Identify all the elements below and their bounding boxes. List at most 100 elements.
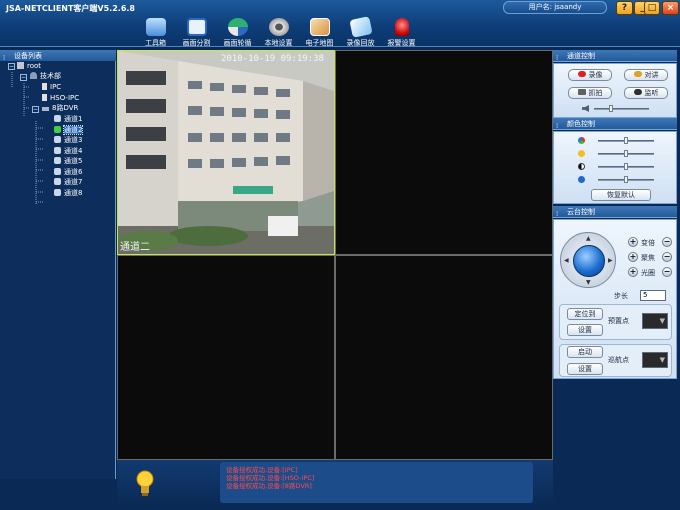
playback-button[interactable]: 录像回放 <box>340 16 381 50</box>
tree-item-hso-ipc[interactable]: HSO-IPC <box>42 93 79 103</box>
tree-item-ipc[interactable]: IPC <box>42 82 61 92</box>
left-arrow-icon[interactable]: ◀ <box>564 257 569 264</box>
alarm-settings-label: 报警设置 <box>387 39 416 47</box>
channel-control-section: 录像 对讲 抓拍 监听 <box>553 63 677 118</box>
contrast-slider-thumb[interactable] <box>624 163 628 170</box>
tree-item-channel-3[interactable]: 通道3 <box>54 135 82 145</box>
iris-open-button[interactable]: + <box>628 267 638 277</box>
zoom-in-button[interactable]: + <box>628 237 638 247</box>
saturation-slider-thumb[interactable] <box>624 176 628 183</box>
split-screen-label: 画面分割 <box>182 39 211 47</box>
iris-close-button[interactable]: − <box>662 267 672 277</box>
tree-item-label: 通道7 <box>64 178 83 186</box>
camera-icon <box>54 168 61 175</box>
tree-item-root[interactable]: root <box>17 61 41 71</box>
set-cruise-button[interactable]: 设置 <box>567 363 603 375</box>
focus-far-button[interactable]: − <box>662 252 672 262</box>
zoom-label: 变倍 <box>641 239 655 247</box>
brightness-icon <box>578 150 585 157</box>
down-arrow-icon[interactable]: ▼ <box>586 279 591 286</box>
tree-item-department[interactable]: 技术部 <box>30 71 61 81</box>
step-input[interactable]: 5 <box>640 290 666 301</box>
focus-label: 聚焦 <box>641 254 655 262</box>
expand-root-toggle[interactable]: − <box>8 63 15 70</box>
cycle-icon <box>227 18 248 36</box>
toolbox-button[interactable]: 工具箱 <box>135 18 176 50</box>
goto-preset-button[interactable]: 定位到 <box>567 308 603 320</box>
tree-item-label: 通道1 <box>64 115 83 123</box>
channel-control-header: ⁞ 通道控制 <box>553 50 677 62</box>
record-label: 录像 <box>588 71 603 79</box>
color-control-section: 恢复默认 <box>553 131 677 204</box>
hue-slider-thumb[interactable] <box>624 137 628 144</box>
listen-button[interactable]: 监听 <box>624 87 668 99</box>
tree-item-channel-8[interactable]: 通道8 <box>54 188 82 198</box>
tree-item-channel-1[interactable]: 通道1 <box>54 114 82 124</box>
expand-department-toggle[interactable]: − <box>20 74 27 81</box>
cruise-select[interactable]: ▼ <box>642 352 668 368</box>
iris-label: 光圈 <box>641 269 655 277</box>
cycle-button[interactable]: 画面轮循 <box>217 18 258 50</box>
tree-item-dvr[interactable]: 8路DVR <box>42 103 78 113</box>
volume-slider[interactable] <box>594 108 649 110</box>
tree-item-channel-5[interactable]: 通道5 <box>54 156 82 166</box>
step-label: 步长 <box>614 292 628 300</box>
device-tree: − root − 技术部 IPC HSO-IPC − 8路DVR 通道1 通道2… <box>0 61 116 479</box>
talk-button[interactable]: 对讲 <box>624 69 668 81</box>
up-arrow-icon[interactable]: ▲ <box>586 235 591 242</box>
tree-item-channel-7[interactable]: 通道7 <box>54 177 82 187</box>
alarm-settings-button[interactable]: 报警设置 <box>381 18 422 50</box>
camera-feed: 2010-10-19 09:19:38 通道二 <box>118 51 334 254</box>
record-button[interactable]: 录像 <box>568 69 612 81</box>
preset-select[interactable]: ▼ <box>642 313 668 329</box>
zoom-out-button[interactable]: − <box>662 237 672 247</box>
log-line: 设备授权成功,设备:[IPC] <box>226 466 298 474</box>
set-preset-button[interactable]: 设置 <box>567 324 603 336</box>
expand-dvr-toggle[interactable]: − <box>32 106 39 113</box>
close-button[interactable]: × <box>662 1 679 15</box>
local-settings-button[interactable]: 本地设置 <box>258 18 299 50</box>
tree-item-channel-6[interactable]: 通道6 <box>54 167 82 177</box>
start-cruise-button[interactable]: 启动 <box>567 346 603 358</box>
listen-label: 监听 <box>644 89 659 97</box>
video-cell-1[interactable]: 2010-10-19 09:19:38 通道二 <box>117 50 335 255</box>
video-cell-2[interactable] <box>335 50 553 255</box>
focus-near-button[interactable]: + <box>628 252 638 262</box>
snapshot-label: 抓拍 <box>588 89 603 97</box>
device-icon <box>42 94 47 101</box>
restore-defaults-button[interactable]: 恢复默认 <box>591 189 651 201</box>
device-list-title: 设备列表 <box>14 52 42 60</box>
camera-icon <box>54 189 61 196</box>
tree-item-channel-4[interactable]: 通道4 <box>54 146 82 156</box>
ptz-direction-pad[interactable]: ▲ ▼ ◀ ▶ <box>560 232 616 288</box>
hue-icon <box>578 137 585 144</box>
device-icon <box>42 83 47 90</box>
toolbox-label: 工具箱 <box>145 39 166 47</box>
cycle-label: 画面轮循 <box>223 39 252 47</box>
log-line: 设备授权成功,设备:[8路DVR] <box>226 482 312 490</box>
title-bar: JSA-NETCLIENT客户端V5.2.6.8 用户名: jsaandy ? … <box>0 0 680 47</box>
ptz-control-header: ⁞ 云台控制 <box>553 206 677 218</box>
contrast-icon <box>578 163 585 170</box>
snapshot-button[interactable]: 抓拍 <box>568 87 612 99</box>
video-cell-4[interactable] <box>335 255 553 460</box>
department-icon <box>30 72 37 79</box>
split-screen-button[interactable]: 画面分割 <box>176 18 217 50</box>
help-button[interactable]: ? <box>616 1 633 15</box>
volume-slider-thumb[interactable] <box>608 105 613 112</box>
control-panel: ⁞ 通道控制 录像 对讲 抓拍 监听 ⁞ 颜色控制 恢复默认 ⁞ 云台控制 ▲ … <box>553 50 680 506</box>
ptz-center-button[interactable] <box>573 245 605 277</box>
alarm-icon <box>394 18 409 36</box>
maximize-button[interactable]: □ <box>644 1 660 15</box>
chevron-down-icon: ▼ <box>659 356 665 364</box>
camera-active-icon <box>54 126 61 133</box>
preset-label: 预置点 <box>608 317 629 325</box>
map-icon <box>309 18 330 36</box>
emap-button[interactable]: 电子地图 <box>299 18 340 50</box>
cruise-group: 启动 设置 巡航点 ▼ <box>559 344 672 377</box>
right-arrow-icon[interactable]: ▶ <box>608 257 613 264</box>
brightness-slider-thumb[interactable] <box>624 150 628 157</box>
tree-item-channel-2[interactable]: 通道2 <box>54 125 84 135</box>
main-toolbar: 工具箱 画面分割 画面轮循 本地设置 电子地图 录像回放 报警设置 <box>135 16 422 50</box>
video-cell-3[interactable] <box>117 255 335 460</box>
